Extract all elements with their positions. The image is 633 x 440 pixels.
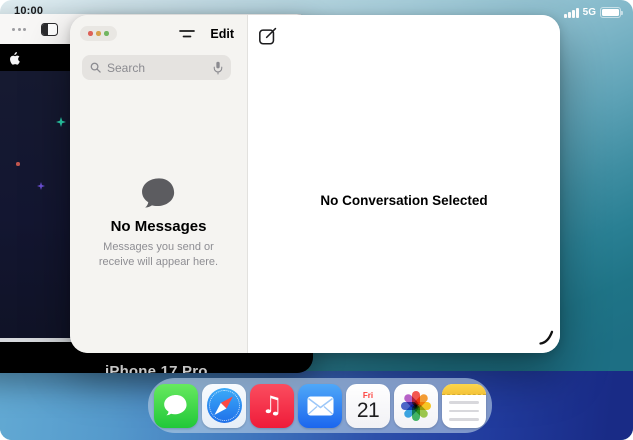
network-type-label: 5G [583,7,596,18]
minimize-window-dot[interactable] [96,31,101,36]
search-placeholder: Search [107,61,207,75]
compose-button[interactable] [257,25,279,47]
dock-app-notes[interactable] [442,384,486,428]
chat-bubble-icon [140,177,178,210]
mail-envelope-icon [307,396,334,416]
edit-button[interactable]: Edit [210,27,234,41]
red-dot-decoration [16,162,20,166]
dock-app-calendar[interactable]: Fri 21 [346,384,390,428]
dock-app-messages[interactable] [154,384,198,428]
dock-app-mail[interactable] [298,384,342,428]
battery-icon [600,7,621,18]
dock-app-music[interactable]: ♫ [250,384,294,428]
messages-app-icon [163,394,189,417]
no-conversation-label: No Conversation Selected [248,193,560,208]
product-name-label[interactable]: iPhone 17 Pro [105,363,208,373]
close-window-dot[interactable] [88,31,93,36]
more-options-icon[interactable] [12,28,26,31]
search-input[interactable]: Search [82,55,231,80]
sidebar-toggle-icon[interactable] [41,23,58,36]
empty-state-title: No Messages [80,218,237,235]
dock: ♫ Fri 21 [148,378,492,433]
music-note-icon: ♫ [261,393,283,417]
compose-icon [258,26,278,46]
empty-state-subtitle: Messages you send or receive will appear… [80,240,237,271]
sidebar-header: Edit [70,15,247,41]
signal-strength-icon [564,8,579,18]
status-indicators: 5G [564,7,621,18]
no-messages-empty-state: No Messages Messages you send or receive… [80,177,237,271]
teal-sparkle-decoration [56,117,66,127]
ipad-screen: 10:00 5G iPhone 17 Pro [0,0,633,440]
notes-yellow-band [442,384,486,396]
apple-logo-icon [8,51,20,65]
messages-sidebar: Edit Search No Messages Mess [70,15,248,353]
search-icon [90,62,101,73]
conversation-pane: No Conversation Selected [248,15,560,353]
dictation-mic-icon[interactable] [213,61,223,75]
window-resize-handle[interactable] [539,330,554,350]
purple-sparkle-decoration [37,182,45,190]
photos-flower-icon [400,390,432,422]
dock-app-safari[interactable] [202,384,246,428]
safari-compass-icon [207,388,242,423]
filter-icon[interactable] [179,28,195,40]
zoom-window-dot[interactable] [104,31,109,36]
messages-window: Edit Search No Messages Mess [70,15,560,353]
window-controls[interactable] [80,26,117,41]
dock-app-photos[interactable] [394,384,438,428]
calendar-day: 21 [357,400,379,422]
